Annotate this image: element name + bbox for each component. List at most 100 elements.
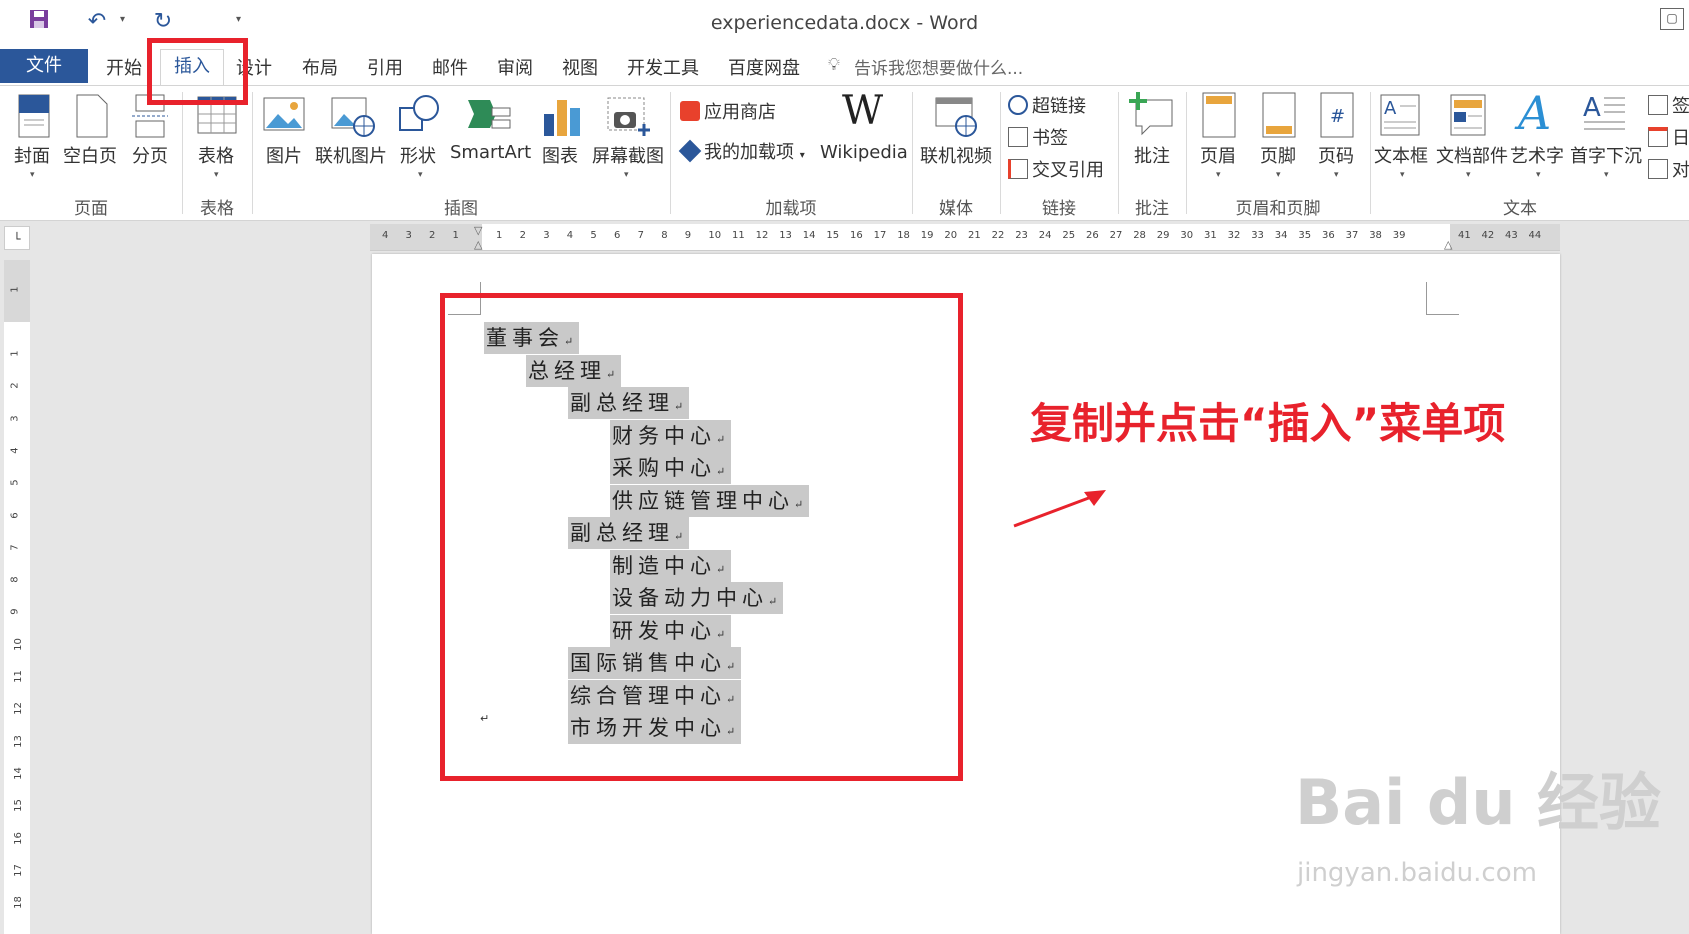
picture-button[interactable]: 图片 — [266, 142, 302, 168]
footer-dropdown-icon[interactable]: ▾ — [1276, 170, 1281, 180]
shapes-icon — [396, 92, 442, 142]
ribbon-display-options-icon[interactable]: ▢ — [1660, 8, 1684, 30]
wordart-dropdown-icon[interactable]: ▾ — [1536, 170, 1541, 180]
store-label: 应用商店 — [704, 102, 776, 123]
screenshot-dropdown-icon[interactable]: ▾ — [624, 170, 629, 180]
arrow-icon — [1013, 490, 1106, 528]
tab-baidu-netdisk[interactable]: 百度网盘 — [728, 54, 800, 80]
ruler-number: 12 — [755, 230, 769, 241]
ruler-number: 42 — [1481, 230, 1495, 241]
ruler-number: 35 — [1298, 230, 1312, 241]
tab-review[interactable]: 审阅 — [497, 54, 533, 80]
ruler-number: 15 — [826, 230, 840, 241]
page-number-icon: # — [1320, 92, 1354, 142]
quick-parts-button[interactable]: 文档部件 — [1436, 142, 1508, 168]
ruler-number: 7 — [637, 230, 644, 241]
ruler-number: 4 — [382, 230, 389, 241]
ruler-number: 34 — [1274, 230, 1288, 241]
tab-references[interactable]: 引用 — [367, 54, 403, 80]
drop-cap-dropdown-icon[interactable]: ▾ — [1604, 170, 1609, 180]
bookmark-button[interactable]: 书签 — [1008, 124, 1068, 150]
insert-tab-highlight — [147, 38, 248, 105]
ruler-number: 24 — [1038, 230, 1052, 241]
hyperlink-button[interactable]: 超链接 — [1008, 92, 1086, 118]
tab-selector[interactable]: └ — [4, 226, 30, 250]
left-indent-marker[interactable]: △ — [474, 238, 482, 251]
ruler-number: 13 — [779, 230, 792, 241]
quick-parts-dropdown-icon[interactable]: ▾ — [1466, 170, 1471, 180]
footer-button[interactable]: 页脚 — [1260, 142, 1296, 168]
signature-line-label: 签 — [1672, 96, 1689, 117]
ruler-number: 14 — [12, 767, 24, 780]
group-label-links: 链接 — [1042, 199, 1076, 219]
blank-page-button[interactable]: 空白页 — [63, 142, 117, 168]
cover-page-dropdown-icon[interactable]: ▾ — [30, 170, 35, 180]
group-label-media: 媒体 — [939, 199, 973, 219]
my-addins-icon — [678, 139, 702, 163]
ruler-number: 1 — [452, 230, 459, 241]
ruler-number: 37 — [1345, 230, 1359, 241]
first-line-indent-marker[interactable]: ▽ — [474, 224, 482, 237]
ruler-number: 11 — [732, 230, 745, 241]
cross-reference-icon — [1008, 159, 1028, 179]
tab-file[interactable]: 文件 — [0, 49, 88, 83]
comment-button[interactable]: 批注 — [1134, 142, 1170, 168]
wikipedia-button[interactable]: Wikipedia — [820, 142, 908, 163]
ruler-number: 29 — [1156, 230, 1170, 241]
page-break-button[interactable]: 分页 — [132, 142, 168, 168]
smartart-button[interactable]: SmartArt — [450, 142, 531, 163]
ruler-number: 18 — [897, 230, 910, 241]
tab-developer[interactable]: 开发工具 — [627, 54, 699, 80]
wordart-icon: A — [1518, 86, 1552, 140]
chart-button[interactable]: 图表 — [542, 142, 578, 168]
table-button[interactable]: 表格 — [198, 142, 234, 168]
ruler-number: 2 — [429, 230, 436, 241]
tab-layout[interactable]: 布局 — [302, 54, 338, 80]
chart-icon — [542, 94, 582, 142]
ruler-number: 26 — [1086, 230, 1099, 241]
tell-me-input[interactable]: 告诉我您想要做什么... — [854, 54, 1023, 79]
cover-page-button[interactable]: 封面 — [14, 142, 50, 168]
online-picture-icon — [330, 94, 376, 142]
vertical-ruler[interactable]: 1 1 2 3 4 5 6 7 8 9 10 11 12 13 14 15 16 17 18 — [4, 260, 30, 934]
page-number-button[interactable]: 页码 — [1318, 142, 1354, 168]
online-video-button[interactable]: 联机视频 — [920, 142, 992, 168]
right-indent-marker[interactable]: △ — [1444, 238, 1452, 251]
horizontal-ruler[interactable]: 4321 1 2 3 4 5 6 7 8 9 10 11 12 13 14 15 16 17 18 19 20 21 22… — [370, 224, 1560, 251]
tab-view[interactable]: 视图 — [562, 54, 598, 80]
ruler-number: 4 — [566, 230, 574, 241]
ruler-number: 43 — [1505, 230, 1518, 241]
screenshot-button[interactable]: 屏幕截图 — [592, 142, 664, 168]
table-dropdown-icon[interactable]: ▾ — [214, 170, 219, 180]
store-button[interactable]: 应用商店 — [680, 98, 776, 124]
my-addins-button[interactable]: 我的加载项 ▾ — [678, 138, 805, 164]
tab-home[interactable]: 开始 — [106, 54, 142, 80]
ruler-number: 7 — [9, 544, 21, 551]
tab-mailings[interactable]: 邮件 — [432, 54, 468, 80]
online-picture-button[interactable]: 联机图片 — [315, 142, 387, 168]
baidu-watermark-url: jingyan.baidu.com — [1297, 858, 1537, 888]
page-number-dropdown-icon[interactable]: ▾ — [1334, 170, 1339, 180]
hyperlink-icon — [1008, 95, 1028, 115]
object-button[interactable]: 对 — [1648, 156, 1689, 182]
cross-reference-button[interactable]: 交叉引用 — [1008, 156, 1104, 182]
group-label-addins: 加载项 — [765, 199, 817, 219]
wordart-button[interactable]: 艺术字 — [1510, 142, 1564, 168]
ruler-number: 11 — [12, 670, 24, 683]
shapes-button[interactable]: 形状 — [400, 142, 436, 168]
my-addins-dropdown-icon[interactable]: ▾ — [800, 150, 805, 161]
online-video-icon — [934, 94, 980, 142]
signature-line-button[interactable]: 签 — [1648, 92, 1689, 118]
header-button[interactable]: 页眉 — [1200, 142, 1236, 168]
textbox-button[interactable]: 文本框 — [1374, 142, 1428, 168]
store-icon — [680, 101, 700, 121]
drop-cap-button[interactable]: 首字下沉 — [1570, 142, 1642, 168]
date-time-button[interactable]: 日 — [1648, 124, 1689, 150]
bookmark-icon — [1008, 127, 1028, 147]
shapes-dropdown-icon[interactable]: ▾ — [418, 170, 423, 180]
ruler-number: 17 — [873, 230, 887, 241]
header-dropdown-icon[interactable]: ▾ — [1216, 170, 1221, 180]
ruler-number: 36 — [1322, 230, 1335, 241]
ruler-number: 32 — [1227, 230, 1241, 241]
textbox-dropdown-icon[interactable]: ▾ — [1400, 170, 1405, 180]
